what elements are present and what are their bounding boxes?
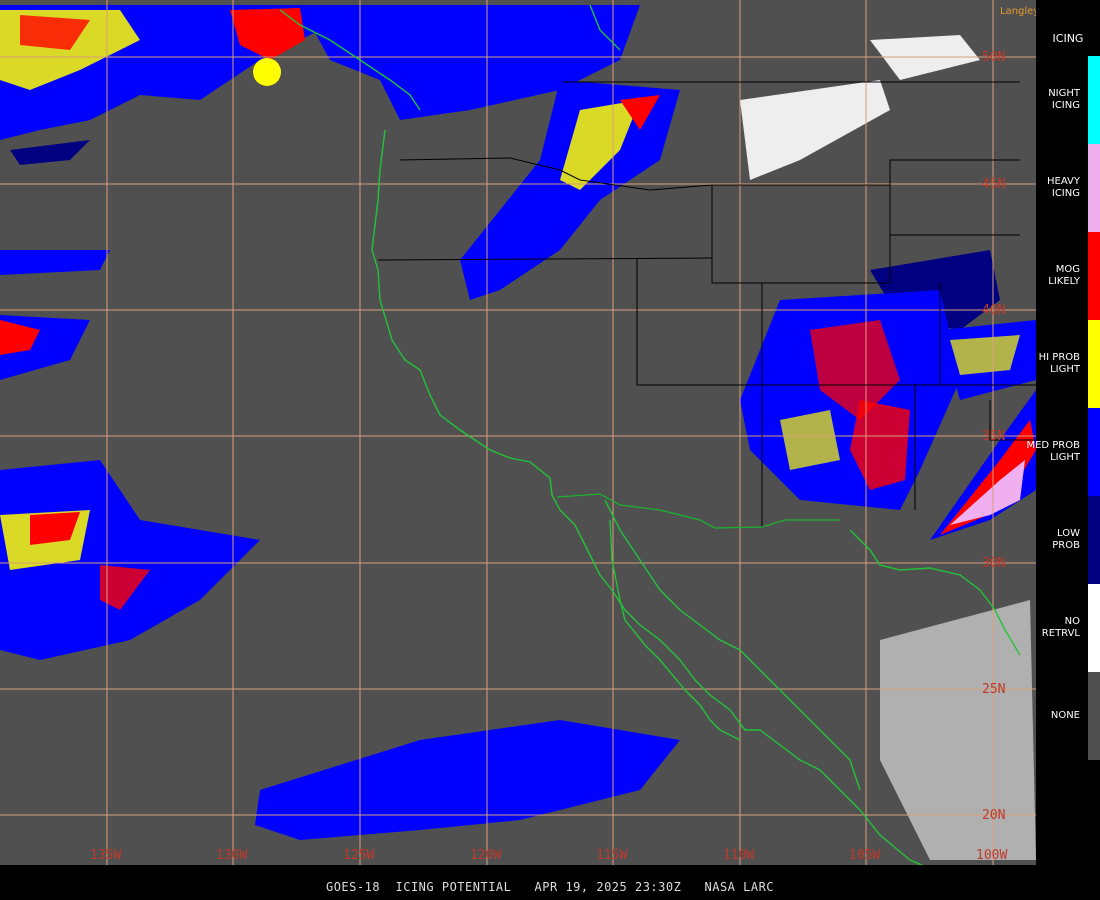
icing-map: 50N 45N 40N 35N 30N 25N 20N 135W 130W 12… (0, 0, 1036, 865)
legend-swatch (1088, 584, 1100, 672)
lat-label-50: 50N (982, 50, 1005, 65)
legend-label: HI PROB LIGHT (1038, 352, 1080, 375)
legend-label: NONE (1050, 710, 1080, 721)
cloud-yellow-co-e (950, 335, 1020, 375)
legend-item-night-icing: NIGHT ICING (1036, 56, 1100, 144)
legend-label: HEAVY ICING (1047, 176, 1080, 199)
legend-item-none: NONE (1036, 672, 1100, 760)
legend-label: NIGHT ICING (1048, 88, 1080, 111)
product-caption: GOES-18 ICING POTENTIAL APR 19, 2025 23:… (325, 880, 775, 894)
legend-swatch (1088, 672, 1100, 760)
lon-label-110: 110W (723, 848, 754, 863)
lon-label-130: 130W (216, 848, 247, 863)
legend-title: ICING (1052, 32, 1084, 45)
legend-item-med-prob-light: MED PROB LIGHT (1026, 408, 1100, 496)
lon-label-100: 100W (976, 848, 1007, 863)
lon-label-120: 120W (470, 848, 501, 863)
lat-label-20: 20N (982, 808, 1005, 823)
legend-item-hi-prob-light: HI PROB LIGHT (1036, 320, 1100, 408)
legend-item-low-prob: LOW PROB (1036, 496, 1100, 584)
lat-label-25: 25N (982, 682, 1005, 697)
lon-label-105: 105W (849, 848, 880, 863)
legend-swatch (1088, 320, 1100, 408)
legend-label: MOG LIKELY (1048, 264, 1080, 287)
legend-label: MED PROB LIGHT (1026, 440, 1080, 463)
legend-swatch (1088, 56, 1100, 144)
lon-label-115: 115W (596, 848, 627, 863)
cloud-yellow-spot (253, 58, 281, 86)
lat-label-40: 40N (982, 303, 1005, 318)
lat-label-30: 30N (982, 556, 1005, 571)
lon-label-135: 135W (90, 848, 121, 863)
legend-label: NO RETRVL (1041, 616, 1080, 639)
legend-label: LOW PROB (1052, 528, 1080, 551)
lat-label-45: 45N (982, 177, 1005, 192)
legend-item-heavy-icing: HEAVY ICING (1036, 144, 1100, 232)
legend-swatch (1088, 408, 1100, 496)
map-canvas: 50N 45N 40N 35N 30N 25N 20N 135W 130W 12… (0, 0, 1036, 865)
legend-swatch (1088, 144, 1100, 232)
legend-swatch (1088, 496, 1100, 584)
lat-label-35: 35N (982, 429, 1005, 444)
legend: ICING NIGHT ICING HEAVY ICING MOG LIKELY… (1026, 0, 1100, 865)
lon-label-125: 125W (343, 848, 374, 863)
cloud-yellow-az (780, 410, 840, 470)
legend-item-mog-likely: MOG LIKELY (1036, 232, 1100, 320)
legend-swatch (1088, 232, 1100, 320)
legend-item-no-retrieval: NO RETRVL (1036, 584, 1100, 672)
